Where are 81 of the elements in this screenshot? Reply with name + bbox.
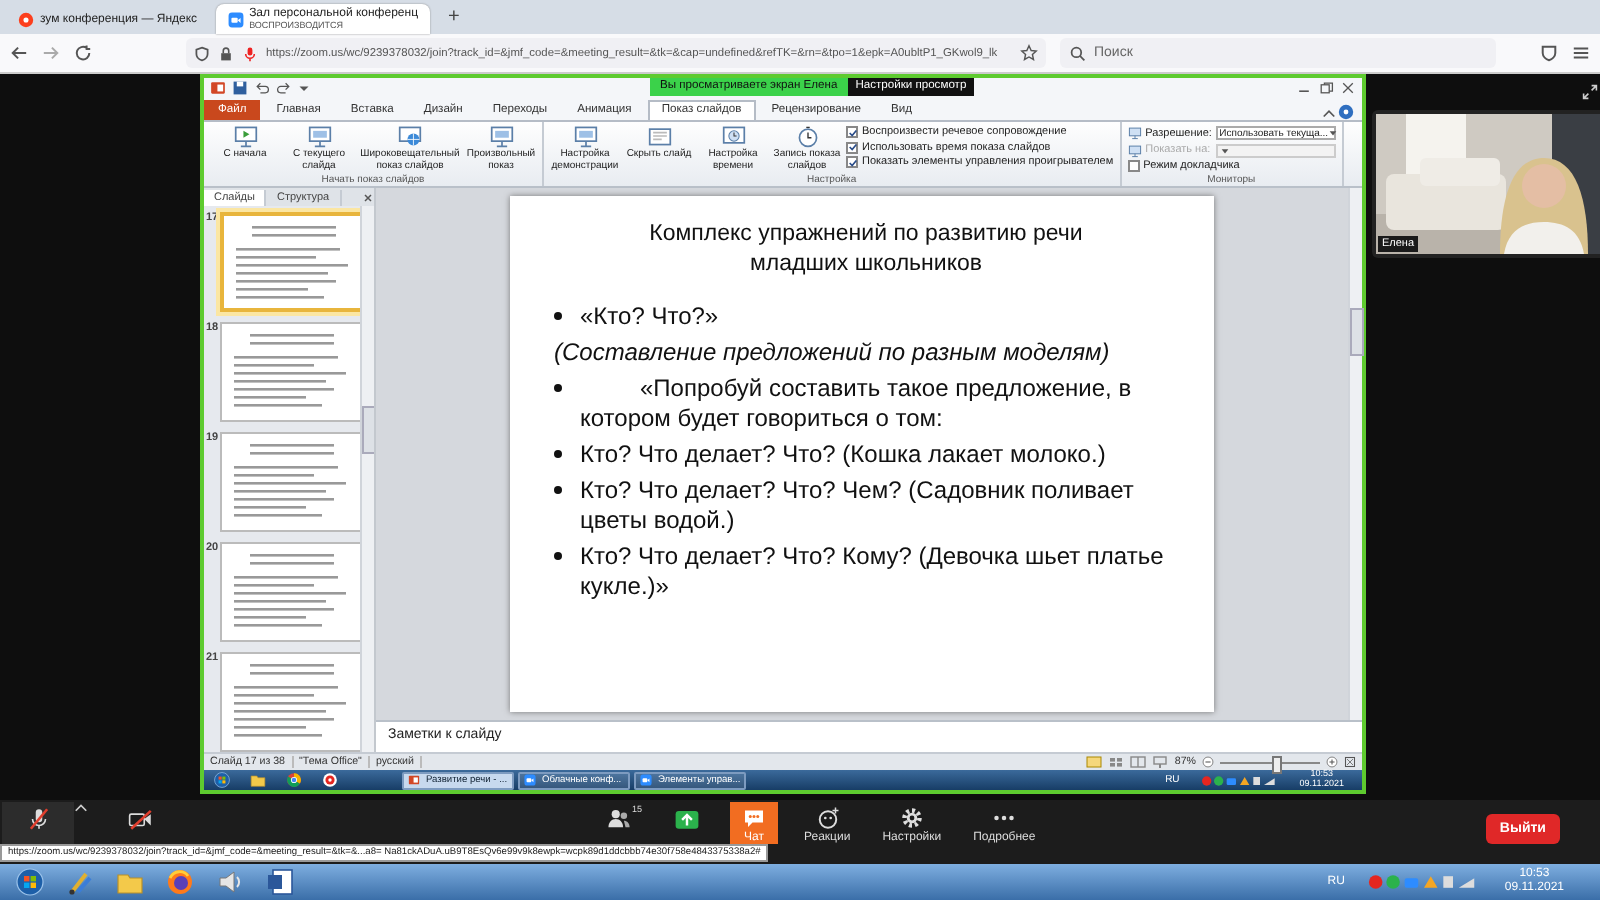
caret-icon [1219, 145, 1230, 155]
shield-icon [194, 45, 210, 61]
menu-icon[interactable] [1572, 44, 1590, 62]
globe-icon [398, 124, 422, 148]
slide-thumbnail[interactable] [220, 212, 360, 312]
caret-icon [1328, 128, 1339, 138]
checkbox[interactable] [846, 141, 858, 153]
share-screen-icon [673, 806, 699, 832]
site-icon [18, 11, 34, 27]
slide-thumbnail[interactable] [220, 652, 360, 752]
people-icon [605, 806, 631, 832]
screen-icon [573, 124, 597, 148]
bullet-icon [554, 450, 562, 458]
screen-icon [489, 124, 513, 148]
brush-icon[interactable] [66, 868, 94, 896]
slide-thumbnail[interactable] [220, 542, 360, 642]
reading-view-icon[interactable] [1130, 756, 1147, 768]
settings-icon [899, 806, 924, 830]
camera-icon [524, 774, 536, 786]
back-icon[interactable] [10, 44, 28, 62]
browser-icon[interactable] [166, 868, 194, 896]
zoom-out-icon[interactable] [1202, 756, 1214, 768]
checkbox[interactable] [1127, 160, 1140, 172]
help-icon[interactable] [1338, 104, 1354, 120]
slide-text: Кто? Что делает? Что? (Кошка лакает молоко.) [580, 440, 1106, 470]
app-icon [408, 774, 420, 786]
folder-icon[interactable] [116, 868, 144, 896]
slide-text: «Попробуй составить такое предложение, в котором будет говориться о том: [580, 374, 1134, 434]
bullet-icon [554, 552, 562, 560]
document-icon[interactable] [266, 868, 294, 896]
camera-icon [640, 774, 652, 786]
bullet-icon [554, 384, 562, 392]
slideshow-view-icon[interactable] [1152, 756, 1169, 768]
reaction-icon [815, 806, 840, 830]
sorter-view-icon[interactable] [1108, 756, 1125, 768]
search-icon [1070, 45, 1086, 61]
start-icon[interactable] [16, 868, 44, 896]
slide-thumbnail[interactable] [220, 432, 360, 532]
bullet-icon [554, 486, 562, 494]
bullet-icon [554, 312, 562, 320]
slide-text: Кто? Что делает? Что? Чем? (Садовник поливает цветы водой.) [580, 476, 1136, 536]
speaker-icon[interactable] [216, 868, 244, 896]
checkbox[interactable] [846, 126, 858, 138]
reload-icon[interactable] [74, 44, 92, 62]
clock-icon [721, 124, 745, 148]
collapse-icon[interactable] [1322, 106, 1336, 120]
fit-icon[interactable] [1344, 756, 1356, 768]
chat-icon [742, 806, 766, 830]
microphone-icon [242, 45, 258, 61]
lock-icon [218, 45, 234, 61]
fullscreen-icon[interactable] [1582, 84, 1598, 100]
zoom-in-icon[interactable] [1326, 756, 1338, 768]
new-tab-button[interactable]: + [436, 6, 472, 28]
slide-text: Кто? Что делает? Что? Кому? (Девочка шьет платье кукле.)» [580, 542, 1166, 602]
close-icon[interactable] [1340, 80, 1356, 96]
screen-icon [307, 124, 331, 148]
slide-thumbnail[interactable] [220, 322, 360, 422]
slide-text: «Кто? Что?» [580, 302, 719, 332]
slider-thumb[interactable] [1271, 755, 1281, 773]
mute-button[interactable] [2, 802, 74, 844]
stopwatch-icon [795, 124, 819, 148]
shield-icon[interactable] [1540, 44, 1558, 62]
caret-icon[interactable] [298, 82, 310, 94]
close-icon[interactable] [362, 191, 374, 203]
monitor-icon [1127, 126, 1142, 140]
undo-icon[interactable] [254, 80, 270, 96]
start-icon[interactable] [214, 772, 230, 788]
star-icon[interactable] [1020, 44, 1038, 62]
camera-icon [227, 11, 244, 27]
slide-text: (Составление предложений по разным моделям) [554, 338, 1112, 368]
restore-icon[interactable] [1318, 80, 1334, 96]
caret-icon[interactable] [74, 802, 88, 816]
browser-icon[interactable] [322, 772, 338, 788]
tray-icons-drawing [1199, 773, 1280, 787]
save-icon[interactable] [232, 80, 248, 96]
slide-title: Комплекс упражнений по развитию речи младших школьников [647, 220, 1085, 280]
monitor-icon [1127, 143, 1142, 157]
redo-icon[interactable] [276, 80, 292, 96]
checkbox[interactable] [846, 156, 858, 168]
browser-icon[interactable] [286, 772, 302, 788]
play-icon [233, 124, 257, 148]
